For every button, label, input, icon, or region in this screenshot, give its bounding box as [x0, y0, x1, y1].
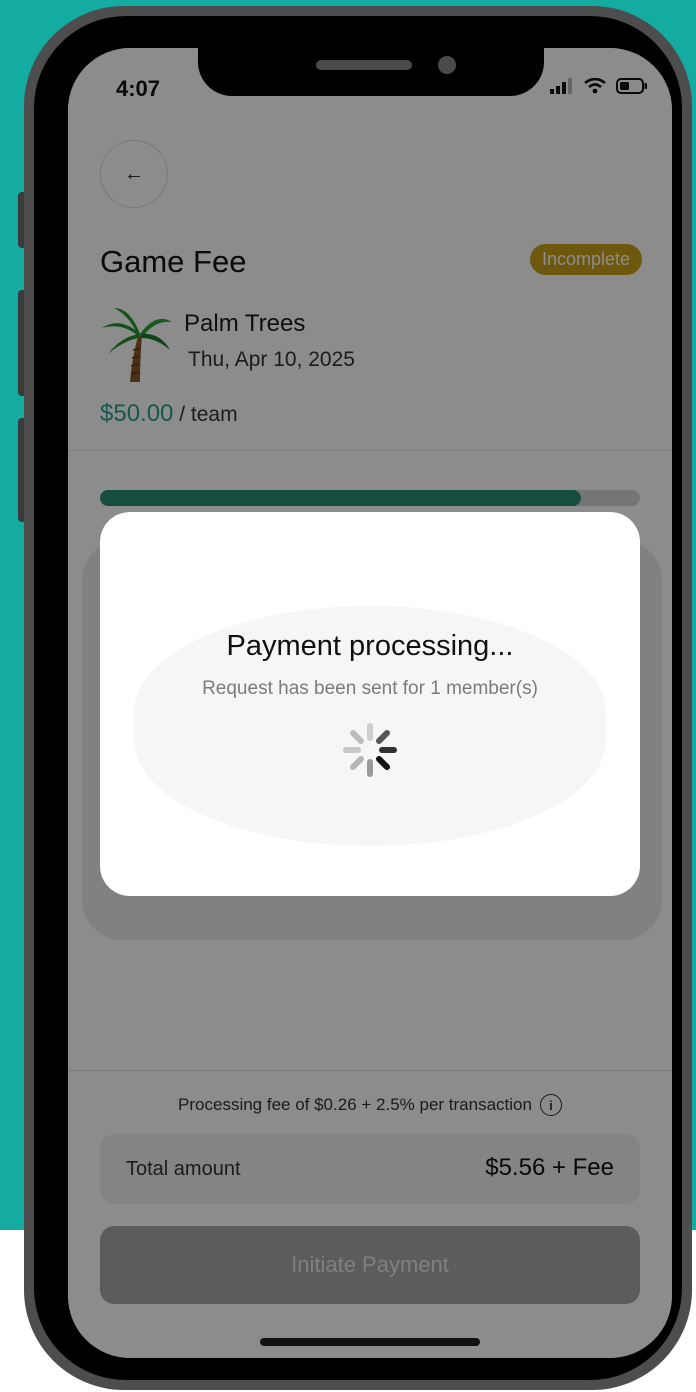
home-indicator[interactable] [260, 1338, 480, 1346]
dialog-title: Payment processing... [226, 630, 514, 662]
phone-notch [198, 48, 544, 96]
speaker [316, 60, 412, 70]
payment-processing-dialog: Payment processing... Request has been s… [100, 512, 640, 896]
camera [438, 56, 456, 74]
loading-spinner-icon [343, 723, 397, 777]
dialog-subtitle: Request has been sent for 1 member(s) [202, 678, 538, 699]
phone-screen: 4:07 ← Game Fee Incomplete Palm Trees Th… [68, 48, 672, 1358]
